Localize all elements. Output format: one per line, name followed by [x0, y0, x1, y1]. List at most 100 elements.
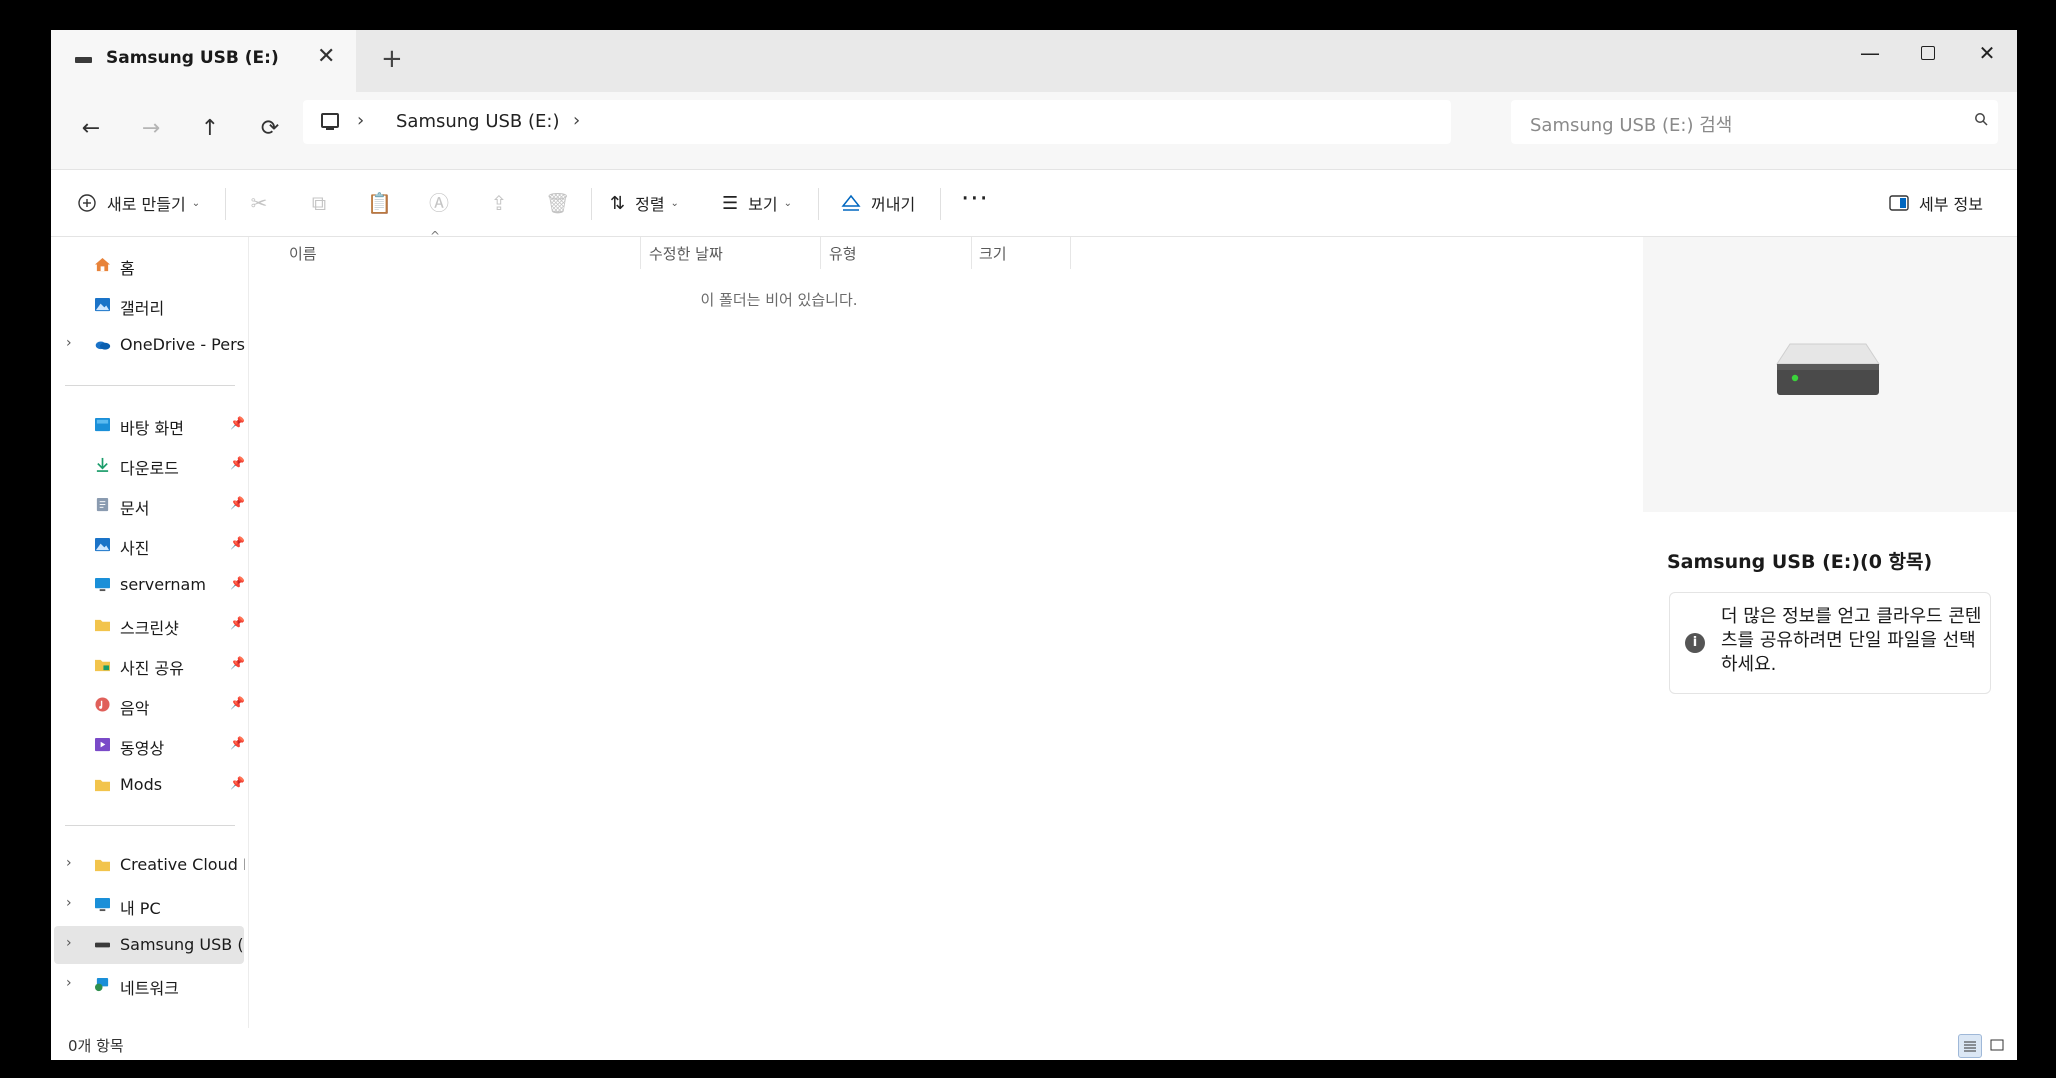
sidebar-item-label: 홈 [120, 259, 135, 278]
rename-icon[interactable]: Ⓐ [427, 191, 451, 215]
minimize-button[interactable]: — [1841, 30, 1899, 76]
pin-icon[interactable]: 📌 [230, 616, 245, 630]
home-icon [95, 257, 110, 272]
sidebar-item-creative-cloud[interactable]: › Creative Cloud File [54, 846, 245, 884]
tab-samsung-usb[interactable]: Samsung USB (E:) ✕ [51, 30, 356, 92]
sidebar-item-downloads[interactable]: 다운로드 📌 [54, 446, 245, 484]
drive-icon [1776, 343, 1880, 395]
breadcrumb[interactable]: › Samsung USB (E:) › [303, 100, 1451, 144]
divider [65, 825, 235, 826]
up-button[interactable]: ↑ [188, 106, 232, 150]
sort-icon: ⇅ [610, 192, 626, 214]
sidebar-item-screenshots[interactable]: 스크린샷 📌 [54, 606, 245, 644]
view-button-label: 보기 [748, 195, 778, 214]
sidebar-item-videos[interactable]: 동영상 📌 [54, 726, 245, 764]
sidebar-item-mods[interactable]: Mods 📌 [54, 766, 245, 804]
column-header-type[interactable]: 유형 [829, 243, 857, 264]
cut-icon[interactable]: ✂ [247, 191, 271, 215]
more-options-button[interactable]: ··· [961, 184, 989, 214]
large-icons-view-button[interactable] [1986, 1034, 2008, 1056]
pin-icon[interactable]: 📌 [230, 696, 245, 710]
sidebar-item-servernam[interactable]: servernam 📌 [54, 566, 245, 604]
sidebar-item-documents[interactable]: 문서 📌 [54, 486, 245, 524]
refresh-button[interactable]: ⟳ [248, 106, 292, 150]
chevron-right-icon[interactable]: › [66, 855, 72, 871]
column-divider[interactable] [820, 237, 821, 269]
view-list-icon: ☰ [722, 192, 739, 214]
chevron-right-icon[interactable]: › [573, 110, 580, 131]
info-text: 더 많은 정보를 얻고 클라우드 콘텐츠를 공유하려면 단일 파일을 선택하세요… [1721, 606, 1982, 675]
sidebar-item-this-pc[interactable]: › 내 PC [54, 886, 244, 924]
column-divider[interactable] [640, 237, 641, 269]
sidebar-item-samsung-usb[interactable]: › Samsung USB (E:) [54, 926, 245, 964]
close-button[interactable]: ✕ [1958, 30, 2016, 76]
sidebar-item-shared-photos[interactable]: 사진 공유 📌 [54, 646, 245, 684]
sidebar-item-desktop[interactable]: 바탕 화면 📌 [54, 406, 245, 444]
sidebar-item-music[interactable]: 음악 📌 [54, 686, 245, 724]
pin-icon[interactable]: 📌 [230, 416, 245, 430]
maximize-button[interactable] [1899, 30, 1957, 76]
chevron-right-icon[interactable]: › [66, 975, 72, 991]
details-view-button[interactable] [1958, 1034, 1982, 1058]
sidebar-item-network[interactable]: › 네트워크 [54, 966, 244, 1004]
column-header-size[interactable]: 크기 [979, 243, 1007, 264]
usb-drive-icon [95, 942, 110, 948]
sidebar-item-label: Samsung USB (E:) [120, 935, 245, 954]
pc-icon[interactable] [321, 113, 339, 130]
paste-icon[interactable]: 📋 [367, 191, 392, 215]
gallery-icon [95, 297, 110, 312]
search-input[interactable]: Samsung USB (E:) 검색 [1511, 100, 1998, 144]
plus-circle-icon [78, 194, 96, 212]
tab-title: Samsung USB (E:) [106, 48, 279, 68]
pin-icon[interactable]: 📌 [230, 536, 245, 550]
forward-button[interactable]: → [129, 106, 173, 150]
back-button[interactable]: ← [69, 106, 113, 150]
pin-icon[interactable]: 📌 [230, 576, 245, 590]
view-button[interactable]: ☰ 보기 ⌄ [722, 185, 792, 221]
info-box: i 더 많은 정보를 얻고 클라우드 콘텐츠를 공유하려면 단일 파일을 선택하… [1669, 592, 1991, 694]
tab-close-button[interactable]: ✕ [317, 44, 335, 69]
chevron-right-icon[interactable]: › [66, 895, 72, 911]
chevron-right-icon[interactable]: › [66, 935, 72, 951]
chevron-right-icon[interactable]: › [357, 110, 364, 131]
info-icon: i [1685, 633, 1705, 653]
divider [818, 188, 819, 220]
sidebar-item-label: 동영상 [120, 739, 165, 758]
pin-icon[interactable]: 📌 [230, 776, 245, 790]
share-icon[interactable]: ⇪ [487, 191, 511, 215]
sort-button[interactable]: ⇅ 정렬 ⌄ [610, 185, 679, 221]
new-tab-button[interactable]: + [381, 44, 403, 74]
column-header-date-modified[interactable]: 수정한 날짜 [649, 243, 723, 264]
details-pane-button[interactable]: 세부 정보 [1889, 185, 1983, 221]
sidebar-item-label: 바탕 화면 [120, 419, 184, 438]
pin-icon[interactable]: 📌 [230, 456, 245, 470]
chevron-right-icon[interactable]: › [66, 335, 72, 351]
column-divider[interactable] [971, 237, 972, 269]
sidebar-item-label: 다운로드 [120, 459, 179, 478]
sidebar-item-label: 스크린샷 [120, 619, 179, 638]
breadcrumb-item-samsung-usb[interactable]: Samsung USB (E:) [396, 111, 560, 132]
pin-icon[interactable]: 📌 [230, 656, 245, 670]
column-divider[interactable] [1070, 237, 1071, 269]
copy-icon[interactable]: ⧉ [307, 191, 331, 215]
sidebar-item-label: 갤러리 [120, 299, 165, 318]
download-icon [96, 457, 109, 472]
column-header-name[interactable]: 이름 [289, 243, 317, 264]
pin-icon[interactable]: 📌 [230, 736, 245, 750]
pictures-icon [95, 537, 110, 552]
details-pane-label: 세부 정보 [1919, 195, 1983, 214]
pin-icon[interactable]: 📌 [230, 496, 245, 510]
sidebar-item-pictures[interactable]: 사진 📌 [54, 526, 245, 564]
sidebar-item-gallery[interactable]: 갤러리 [54, 286, 244, 324]
onedrive-icon [95, 341, 111, 350]
sidebar-item-onedrive[interactable]: › OneDrive - Person [54, 326, 245, 364]
folder-icon [95, 779, 110, 792]
eject-button-label: 꺼내기 [871, 195, 916, 214]
delete-icon[interactable]: 🗑 [545, 191, 570, 215]
new-button[interactable]: 새로 만들기 ⌄ [77, 185, 200, 221]
navigation-pane: 홈 갤러리 › OneDrive - Person 바탕 화면 📌 다운로드 📌… [51, 237, 248, 1028]
details-pane: Samsung USB (E:)(0 항목) i 더 많은 정보를 얻고 클라우… [1643, 237, 2017, 1028]
eject-button[interactable]: 꺼내기 [841, 185, 915, 221]
sidebar-item-home[interactable]: 홈 [54, 246, 244, 284]
chevron-down-icon: ⌄ [783, 197, 792, 209]
